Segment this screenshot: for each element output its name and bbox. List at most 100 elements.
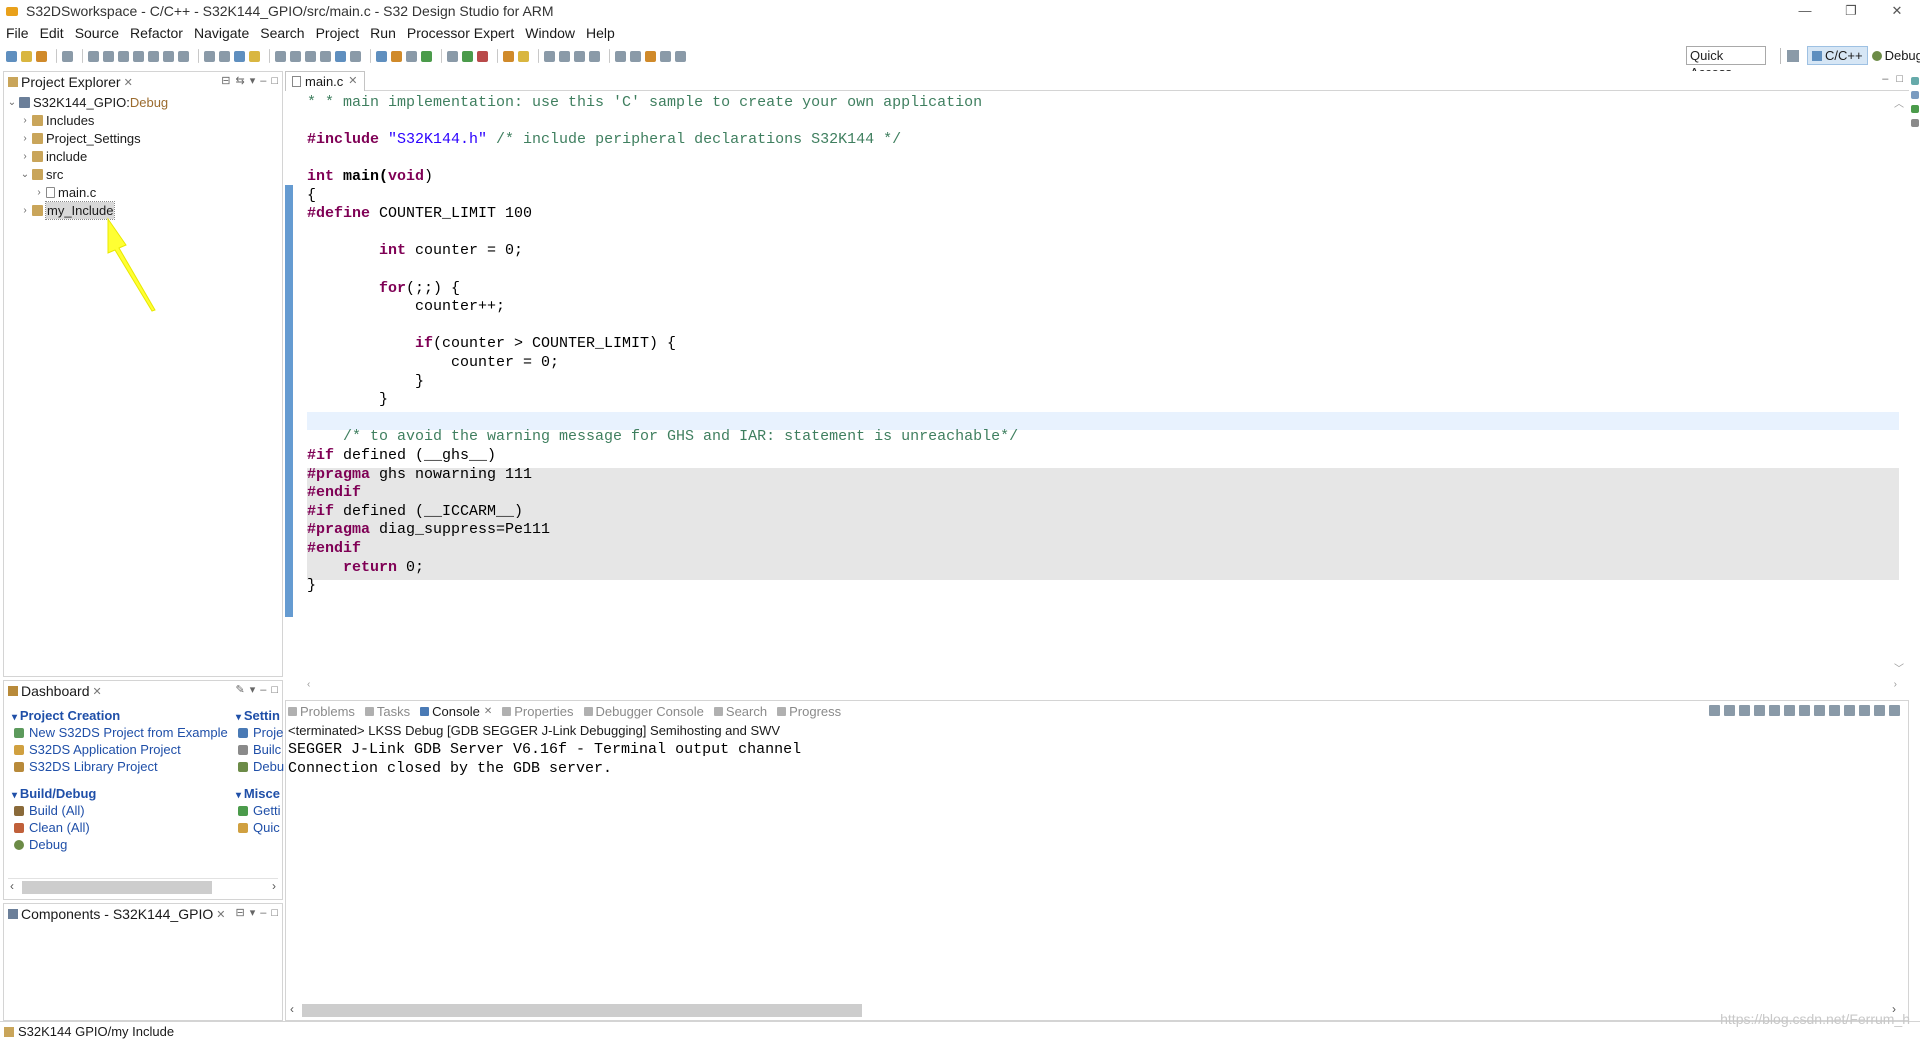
tab-progress[interactable]: Progress <box>777 704 841 719</box>
expand-toggle-icon[interactable]: › <box>20 130 30 147</box>
scroll-down-icon[interactable]: ﹀ <box>1894 660 1904 675</box>
maximize-icon[interactable]: □ <box>1896 73 1903 85</box>
gear-icon[interactable] <box>1910 119 1919 127</box>
menu-search[interactable]: Search <box>260 25 304 41</box>
expand-toggle-icon[interactable]: ⌄ <box>20 166 30 183</box>
tree-item-src[interactable]: ⌄ src <box>20 166 64 183</box>
view-menu-icon[interactable]: ▾ <box>250 907 256 919</box>
disconnect-icon[interactable] <box>133 50 144 62</box>
format-icon[interactable] <box>559 50 570 62</box>
show-on-error-icon[interactable] <box>1814 705 1825 716</box>
menu-run[interactable]: Run <box>370 25 396 41</box>
menu-source[interactable]: Source <box>75 25 119 41</box>
tab-problems[interactable]: Problems <box>288 704 355 719</box>
new-icon[interactable] <box>6 50 17 62</box>
link-app-project[interactable]: S32DS Application Project <box>14 742 181 757</box>
target-icon[interactable] <box>376 50 387 62</box>
prev-annotation-icon[interactable] <box>630 50 641 62</box>
open-icon[interactable] <box>21 50 32 62</box>
menu-project[interactable]: Project <box>316 25 360 41</box>
close-icon[interactable]: ✕ <box>216 908 225 921</box>
lightning-icon[interactable] <box>249 50 260 62</box>
outline-icon[interactable] <box>1910 77 1919 85</box>
scroll-thumb[interactable] <box>22 881 212 894</box>
section-misc[interactable]: Misce <box>236 786 280 801</box>
link-new-from-example[interactable]: New S32DS Project from Example <box>14 725 228 740</box>
view-menu-icon[interactable]: ▾ <box>250 75 256 87</box>
display-console-icon[interactable] <box>1844 705 1855 716</box>
build-icon[interactable] <box>335 50 346 62</box>
clear-console-icon[interactable] <box>1754 705 1765 716</box>
tree-item-project-settings[interactable]: › Project_Settings <box>20 130 140 147</box>
close-icon[interactable]: ✕ <box>93 685 102 698</box>
minimize-icon[interactable]: – <box>260 907 266 919</box>
close-icon[interactable]: ✕ <box>348 72 357 91</box>
view-menu-icon[interactable]: ▾ <box>250 684 256 696</box>
cursor-icon[interactable] <box>62 50 73 62</box>
step-over-icon[interactable] <box>163 50 174 62</box>
remove-launch-icon[interactable] <box>1724 705 1735 716</box>
suspend-icon[interactable] <box>103 50 114 62</box>
expand-toggle-icon[interactable]: › <box>20 112 30 129</box>
expand-toggle-icon[interactable]: › <box>20 148 30 165</box>
menu-help[interactable]: Help <box>586 25 615 41</box>
link-build-settings[interactable]: Builc <box>238 742 281 757</box>
editor-vscrollbar[interactable]: ︿ ﹀ <box>1893 95 1905 675</box>
tab-tasks[interactable]: Tasks <box>364 704 410 719</box>
minimize-icon[interactable]: – <box>260 75 266 87</box>
maximize-icon[interactable] <box>1889 705 1900 716</box>
open-perspective-icon[interactable] <box>1787 49 1799 62</box>
show-whitespace-icon[interactable] <box>589 50 600 62</box>
maximize-icon[interactable]: □ <box>271 75 278 87</box>
scroll-thumb[interactable] <box>302 1004 862 1017</box>
perspective-debug-button[interactable]: Debug <box>1868 46 1920 65</box>
run-icon[interactable] <box>462 50 473 62</box>
remove-all-icon[interactable] <box>1739 705 1750 716</box>
build-targets-icon[interactable] <box>1910 105 1919 113</box>
collapse-all-icon[interactable]: ⊟ <box>235 907 244 919</box>
debug-config-icon[interactable] <box>421 50 432 62</box>
quick-access-input[interactable]: Quick Access <box>1686 46 1766 80</box>
dashboard-title[interactable]: Dashboard <box>21 683 90 699</box>
scroll-left-icon[interactable]: ‹ <box>290 1002 294 1016</box>
terminate-icon[interactable] <box>118 50 129 62</box>
task-list-icon[interactable] <box>1910 91 1919 99</box>
close-button[interactable]: ✕ <box>1874 0 1920 22</box>
terminate-icon[interactable] <box>1709 705 1720 716</box>
save-icon[interactable] <box>36 50 47 62</box>
tab-properties[interactable]: Properties <box>502 704 574 719</box>
menu-refactor[interactable]: Refactor <box>130 25 183 41</box>
new-file-icon[interactable] <box>290 50 301 62</box>
step-return-icon[interactable] <box>178 50 189 62</box>
menu-navigate[interactable]: Navigate <box>194 25 249 41</box>
console-hscrollbar[interactable]: ‹ › <box>288 1002 1898 1018</box>
tab-main-c[interactable]: main.c ✕ <box>285 71 365 91</box>
link-quick-access[interactable]: Quic <box>238 820 280 835</box>
link-debug[interactable]: Debug <box>14 837 67 852</box>
section-build-debug[interactable]: Build/Debug <box>12 786 97 801</box>
maximize-icon[interactable]: □ <box>271 907 278 919</box>
scroll-lock-icon[interactable] <box>1769 705 1780 716</box>
expand-toggle-icon[interactable]: › <box>34 184 44 201</box>
section-project-creation[interactable]: Project Creation <box>12 708 120 723</box>
scroll-up-icon[interactable]: ︿ <box>1894 95 1904 110</box>
print-icon[interactable] <box>305 50 316 62</box>
resume-icon[interactable] <box>88 50 99 62</box>
restore-button[interactable]: ❐ <box>1828 0 1874 22</box>
back-icon[interactable] <box>660 50 671 62</box>
dashboard-hscrollbar[interactable]: ‹ › <box>8 878 278 895</box>
project-explorer-title[interactable]: Project Explorer <box>21 74 121 90</box>
link-clean-all[interactable]: Clean (All) <box>14 820 90 835</box>
tree-item-includes[interactable]: › Includes <box>20 112 94 129</box>
search-icon[interactable] <box>518 50 529 62</box>
minimize-icon[interactable]: – <box>260 684 266 696</box>
link-debug-settings[interactable]: Debu <box>238 759 284 774</box>
edit-icon[interactable]: ✎ <box>235 684 244 696</box>
scroll-right-icon[interactable]: › <box>1894 679 1897 690</box>
menu-file[interactable]: File <box>6 25 29 41</box>
tab-console[interactable]: Console ✕ <box>420 704 492 719</box>
close-icon[interactable]: ✕ <box>124 76 133 89</box>
flash-icon[interactable] <box>391 50 402 62</box>
tree-item-include[interactable]: › include <box>20 148 87 165</box>
open-type-icon[interactable] <box>503 50 514 62</box>
